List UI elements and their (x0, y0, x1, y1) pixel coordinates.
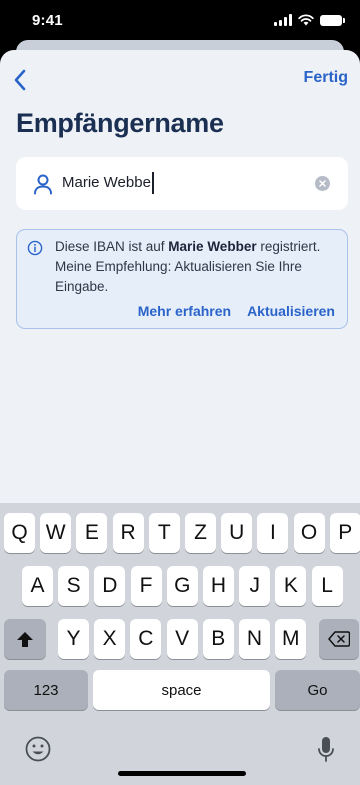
go-key[interactable]: Go (275, 670, 360, 710)
backspace-icon (328, 631, 350, 647)
letter-key-c[interactable]: C (130, 619, 162, 659)
text-caret (152, 172, 154, 194)
letter-key-d[interactable]: D (94, 566, 126, 606)
home-indicator (118, 771, 246, 776)
letter-key-k[interactable]: K (275, 566, 307, 606)
done-button[interactable]: Fertig (304, 69, 348, 87)
iban-name-notice: Diese IBAN ist auf Marie Webber registri… (16, 229, 348, 329)
letter-key-n[interactable]: N (239, 619, 270, 659)
letter-key-m[interactable]: M (275, 619, 307, 659)
emoji-icon (25, 736, 51, 762)
letter-key-f[interactable]: F (130, 566, 162, 606)
letter-key-o[interactable]: O (293, 513, 325, 553)
notice-actions: Mehr erfahren Aktualisieren (138, 303, 335, 319)
person-icon (34, 174, 52, 195)
notice-text-before: Diese IBAN ist auf (55, 239, 169, 254)
wifi-icon (298, 14, 314, 26)
cellular-signal-icon (274, 14, 292, 26)
page-title: Empfängername (16, 108, 224, 138)
learn-more-link[interactable]: Mehr erfahren (138, 303, 231, 319)
dictation-button[interactable] (316, 735, 336, 765)
letter-key-g[interactable]: G (166, 566, 198, 606)
backspace-key[interactable] (319, 619, 359, 659)
close-icon (319, 180, 326, 187)
chevron-left-icon (14, 69, 26, 91)
letter-key-z[interactable]: Z (185, 513, 216, 553)
notice-registered-name: Marie Webber (168, 239, 257, 254)
letter-key-w[interactable]: W (40, 513, 72, 553)
status-bar: 9:41 (0, 0, 360, 44)
recipient-name-field[interactable]: Marie Webbe (16, 157, 348, 210)
numbers-key[interactable]: 123 (4, 670, 88, 710)
letter-key-q[interactable]: Q (4, 513, 35, 553)
letter-key-b[interactable]: B (202, 619, 234, 659)
microphone-icon (318, 737, 334, 762)
letter-key-e[interactable]: E (76, 513, 108, 553)
letter-key-h[interactable]: H (203, 566, 234, 606)
letter-key-v[interactable]: V (166, 619, 198, 659)
letter-key-j[interactable]: J (239, 566, 271, 606)
letter-key-p[interactable]: P (329, 513, 360, 553)
letter-key-r[interactable]: R (112, 513, 144, 553)
shift-icon (17, 631, 33, 647)
back-button[interactable] (6, 66, 34, 94)
status-time: 9:41 (32, 12, 63, 29)
update-name-link[interactable]: Aktualisieren (247, 303, 335, 319)
phone-screen: 9:41 Fertig Empfängername Marie Webbe Di… (0, 0, 360, 785)
space-key[interactable]: space (93, 670, 270, 710)
letter-key-u[interactable]: U (221, 513, 253, 553)
letter-key-s[interactable]: S (58, 566, 90, 606)
letter-key-t[interactable]: T (148, 513, 180, 553)
battery-icon (320, 14, 345, 26)
emoji-button[interactable] (24, 735, 52, 763)
letter-key-a[interactable]: A (22, 566, 53, 606)
letter-key-x[interactable]: X (94, 619, 126, 659)
on-screen-keyboard: QWERTZUIOP ASDFGHJKL YXCVBNM 123 space G… (0, 503, 360, 785)
letter-key-l[interactable]: L (311, 566, 343, 606)
recipient-name-input[interactable]: Marie Webbe (62, 174, 151, 191)
letter-key-y[interactable]: Y (58, 619, 89, 659)
info-icon (27, 240, 43, 256)
letter-key-i[interactable]: I (257, 513, 289, 553)
status-icons (274, 14, 345, 26)
notice-text: Diese IBAN ist auf Marie Webber registri… (55, 237, 345, 297)
navigation-bar: Fertig (0, 50, 360, 110)
shift-key[interactable] (4, 619, 46, 659)
clear-input-button[interactable] (315, 176, 330, 191)
